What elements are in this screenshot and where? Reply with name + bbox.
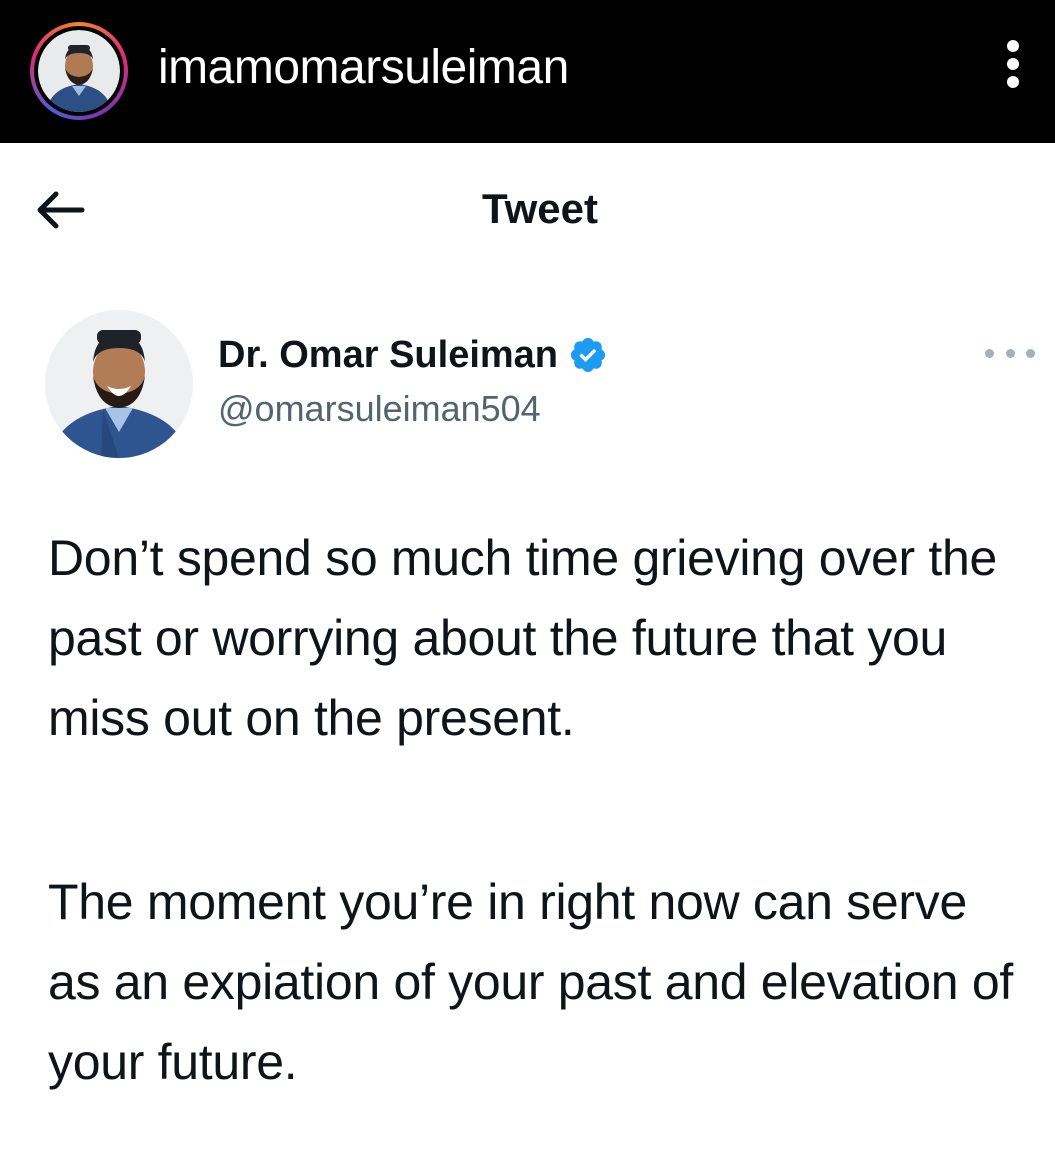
author-name-label: Dr. Omar Suleiman (218, 334, 559, 376)
author-handle[interactable]: @omarsuleiman504 (218, 386, 541, 432)
avatar (34, 26, 124, 116)
page-title: Tweet (482, 185, 598, 232)
profile-photo-icon (45, 310, 193, 458)
tweet-text-paragraph-1: Don’t spend so much time grieving over t… (48, 530, 997, 746)
author-avatar[interactable] (45, 310, 193, 458)
instagram-header: imamomarsuleiman (0, 0, 1055, 143)
author-name[interactable]: Dr. Omar Suleiman (218, 332, 608, 378)
story-ring[interactable] (30, 22, 128, 120)
instagram-username[interactable]: imamomarsuleiman (158, 38, 569, 98)
verified-badge-icon (570, 337, 606, 373)
horizontal-ellipsis-icon[interactable] (985, 338, 1035, 368)
vertical-ellipsis-icon[interactable] (990, 40, 1036, 100)
profile-photo-icon (38, 30, 120, 112)
tweet-text-paragraph-2: The moment you’re in right now can serve… (48, 874, 1013, 1090)
tweet-header: Tweet (0, 143, 1055, 273)
